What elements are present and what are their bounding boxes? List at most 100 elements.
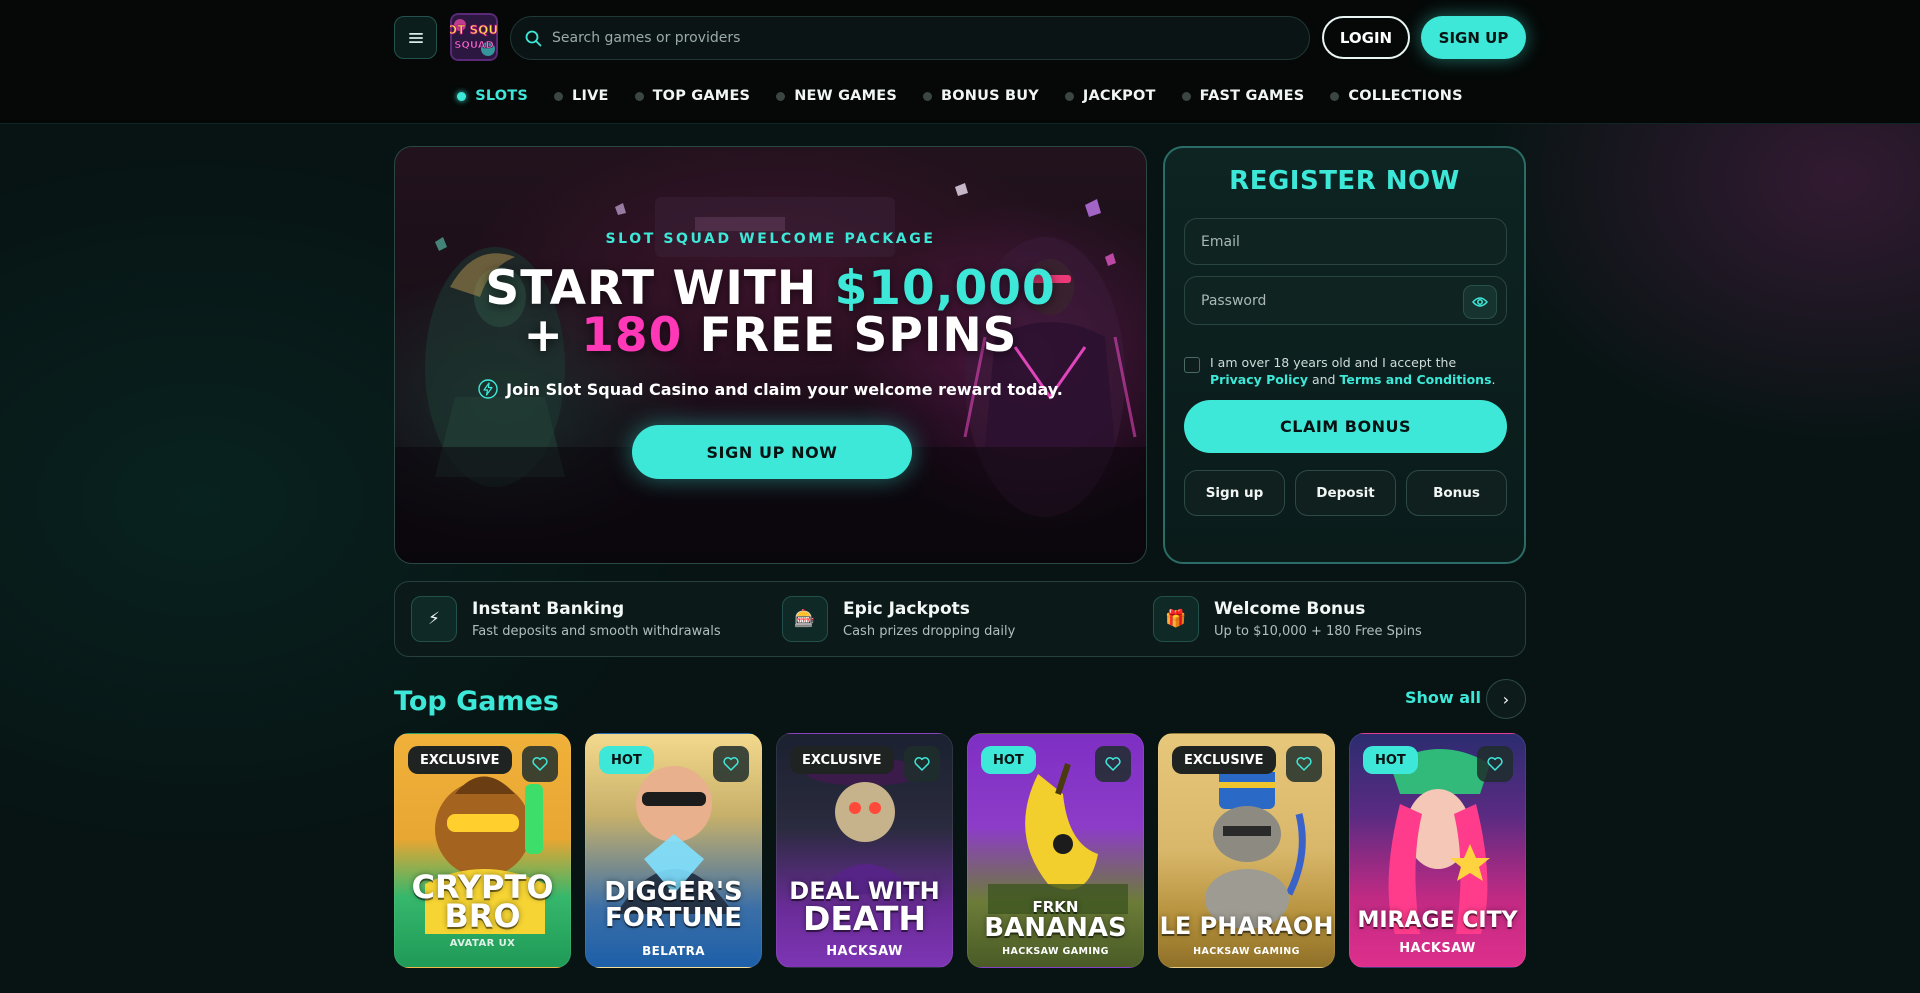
badge-hot: HOT (1363, 746, 1418, 774)
scroll-right-button[interactable]: › (1486, 679, 1526, 719)
menu-button[interactable] (394, 16, 437, 59)
favorite-button[interactable] (904, 746, 940, 782)
heart-icon (1105, 757, 1121, 771)
signup-button[interactable]: SIGN UP (1421, 16, 1526, 59)
email-input[interactable] (1201, 233, 1441, 250)
favorite-button[interactable] (1477, 746, 1513, 782)
hero-subtitle: Join Slot Squad Casino and claim your we… (395, 379, 1146, 399)
nav-item-jackpot[interactable]: JACKPOT (1052, 84, 1169, 108)
hero-kicker: SLOT SQUAD WELCOME PACKAGE (605, 231, 936, 247)
hero-title: START WITH $10,000 + 180 FREE SPINS (395, 265, 1146, 359)
game-card-frkn-bananas[interactable]: HOT FRKN BANANAS HACKSAW GAMING (967, 733, 1144, 968)
game-title-line2: DEATH (802, 899, 927, 938)
dot-icon (922, 91, 932, 101)
game-provider: BELATRA (642, 944, 705, 958)
step-bonus-button[interactable]: Bonus (1406, 470, 1507, 516)
game-provider: HACKSAW (826, 944, 903, 959)
hero-banner: SLOT SQUAD WELCOME PACKAGE START WITH $1… (394, 146, 1147, 564)
game-title-line2: BANANAS (984, 913, 1127, 943)
nav-item-slots[interactable]: SLOTS (444, 84, 541, 108)
active-dot-icon (457, 91, 467, 101)
dot-icon (1064, 91, 1074, 101)
slot-squad-logo: SLOT SQUAD SQUAD (450, 13, 498, 61)
nav-item-live[interactable]: LIVE (541, 84, 622, 108)
search-icon (525, 30, 542, 46)
hero-signup-button[interactable]: SIGN UP NOW (632, 425, 912, 479)
nav-item-bonus-buy[interactable]: BONUS BUY (910, 84, 1052, 108)
favorite-button[interactable] (1095, 746, 1131, 782)
dot-icon (1181, 91, 1191, 101)
hero-title-part2: + (523, 308, 582, 363)
step-deposit-button[interactable]: Deposit (1295, 470, 1396, 516)
nav-item-fast-games[interactable]: FAST GAMES (1169, 84, 1318, 108)
feature-subtitle: Fast deposits and smooth withdrawals (472, 624, 721, 639)
nav-item-top-games[interactable]: TOP GAMES (622, 84, 764, 108)
nav-item-collections[interactable]: COLLECTIONS (1317, 84, 1475, 108)
logo[interactable]: SLOT SQUAD SQUAD (450, 13, 498, 61)
nav-item-new-games[interactable]: NEW GAMES (763, 84, 910, 108)
email-field[interactable] (1184, 218, 1507, 265)
game-title-line1: LE PHARAOH (1159, 912, 1334, 940)
eye-icon (1472, 297, 1488, 307)
favorite-button[interactable] (522, 746, 558, 782)
heart-icon (723, 757, 739, 771)
game-title-line2: BRO (444, 897, 521, 935)
hero-spins-count: 180 (581, 308, 683, 363)
consent-label: I am over 18 years old and I accept the (1210, 355, 1457, 370)
lightning-badge-icon (478, 379, 498, 399)
game-card-crypto-bro[interactable]: EXCLUSIVE CRYPTO BRO AVATAR UX (394, 733, 571, 968)
heart-icon (1487, 757, 1503, 771)
site-header: SLOT SQUAD SQUAD LOGIN SIGN UP SLOTS LIV… (0, 0, 1920, 124)
hero-subtitle-text: Join Slot Squad Casino and claim your we… (506, 379, 1063, 399)
game-card-le-pharaoh[interactable]: EXCLUSIVE LE PHARAOH HACKSAW GAMING (1158, 733, 1335, 968)
register-card: REGISTER NOW I am over 18 years old and … (1163, 146, 1526, 564)
login-button[interactable]: LOGIN (1322, 16, 1410, 59)
dot-icon (776, 91, 786, 101)
show-all-link[interactable]: Show all (1405, 688, 1481, 707)
terms-link[interactable]: Terms and Conditions (1339, 372, 1491, 387)
game-card-mirage-city[interactable]: HOT MIRAGE CITY HACKSAW (1349, 733, 1526, 968)
badge-exclusive: EXCLUSIVE (1172, 746, 1276, 774)
step-signup-button[interactable]: Sign up (1184, 470, 1285, 516)
password-field[interactable] (1184, 276, 1507, 325)
nav-item-label: BONUS BUY (940, 88, 1039, 104)
dot-icon (1330, 91, 1340, 101)
badge-exclusive: EXCLUSIVE (408, 746, 512, 774)
claim-bonus-button[interactable]: CLAIM BONUS (1184, 400, 1507, 453)
game-title-line1: MIRAGE CITY (1357, 908, 1518, 933)
feature-welcome-bonus: 🎁 Welcome Bonus Up to $10,000 + 180 Free… (1153, 596, 1422, 642)
nav-item-label: COLLECTIONS (1348, 88, 1463, 104)
game-title-line2: FORTUNE (604, 903, 743, 933)
dot-icon (634, 91, 644, 101)
logo-word-slot: SLOT SQUAD (450, 23, 498, 37)
top-games-title: Top Games (394, 686, 560, 717)
nav-item-label: FAST GAMES (1199, 88, 1305, 104)
game-card-diggers-fortune[interactable]: HOT DIGGER'S FORTUNE BELATRA (585, 733, 762, 968)
game-card-deal-with-death[interactable]: EXCLUSIVE DEAL WITH DEATH HACKSAW (776, 733, 953, 968)
consent-checkbox[interactable] (1184, 357, 1200, 373)
password-input[interactable] (1201, 292, 1441, 309)
favorite-button[interactable] (1286, 746, 1322, 782)
show-password-button[interactable] (1463, 285, 1497, 319)
game-provider: HACKSAW GAMING (1193, 946, 1300, 957)
nav-item-label: JACKPOT (1082, 88, 1156, 104)
game-title-line1: DIGGER'S (604, 877, 743, 907)
badge-hot: HOT (981, 746, 1036, 774)
nav-item-label: NEW GAMES (794, 88, 897, 104)
search-bar[interactable] (510, 16, 1310, 60)
privacy-policy-link[interactable]: Privacy Policy (1210, 372, 1308, 387)
search-input[interactable] (552, 30, 1252, 46)
consent-period: . (1491, 372, 1496, 387)
feature-title: Instant Banking (472, 599, 625, 619)
nav-item-label: LIVE (572, 88, 609, 104)
heart-icon (1296, 757, 1312, 771)
heart-icon (532, 757, 548, 771)
dot-icon (554, 91, 564, 101)
feature-subtitle: Cash prizes dropping daily (843, 624, 1016, 639)
feature-title: Welcome Bonus (1214, 599, 1366, 619)
age-consent: I am over 18 years old and I accept the … (1184, 354, 1514, 388)
favorite-button[interactable] (713, 746, 749, 782)
game-provider: AVATAR UX (449, 938, 516, 949)
consent-text: I am over 18 years old and I accept the … (1210, 354, 1496, 388)
consent-and: and (1311, 372, 1336, 387)
